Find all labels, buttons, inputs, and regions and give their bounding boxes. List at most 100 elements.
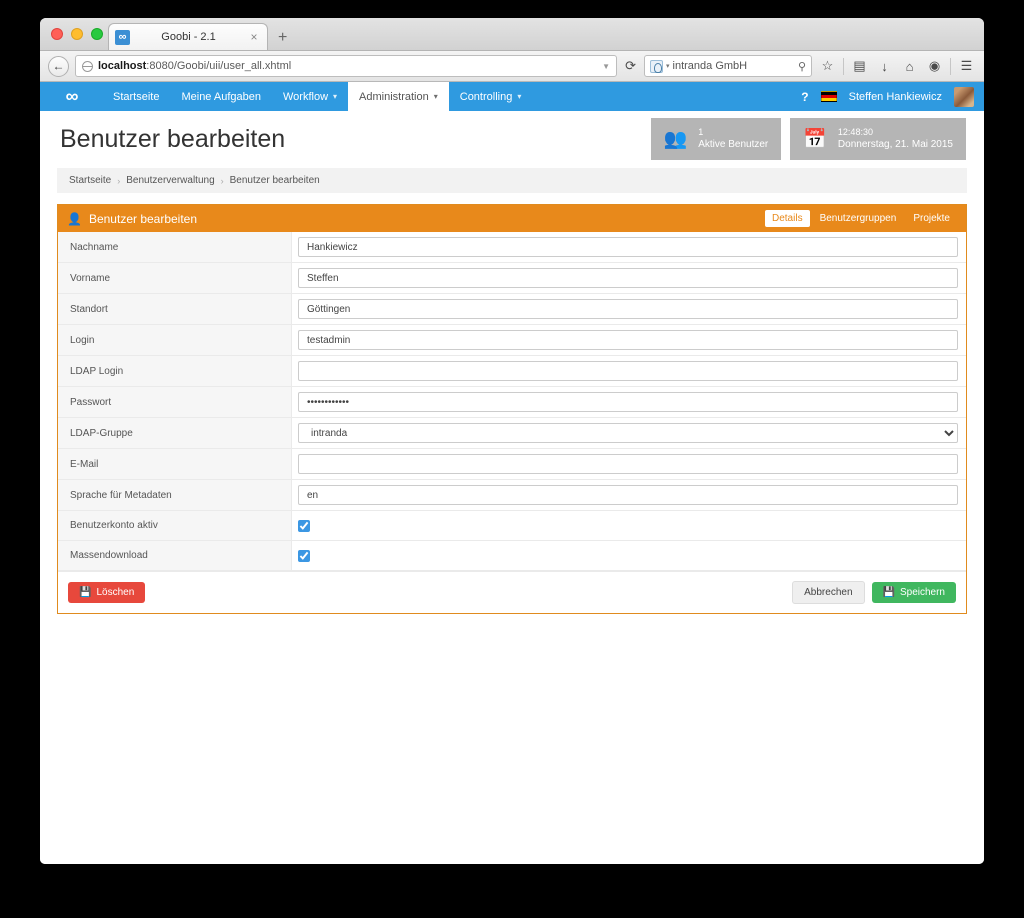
email-input[interactable] <box>298 454 958 474</box>
search-icon[interactable]: ⚲ <box>798 60 806 73</box>
vorname-input[interactable] <box>298 268 958 288</box>
browser-search-box[interactable]: ▾ intranda GmbH ⚲ <box>644 55 812 77</box>
globe-icon <box>82 60 93 72</box>
label-ldap-login: LDAP Login <box>58 356 292 386</box>
breadcrumb: Startseite › Benutzerverwaltung › Benutz… <box>57 168 967 193</box>
nachname-input[interactable] <box>298 237 958 257</box>
home-icon[interactable]: ⌂ <box>900 59 919 74</box>
sprache-input[interactable] <box>298 485 958 505</box>
close-icon[interactable]: × <box>247 30 261 44</box>
active-users-label: Aktive Benutzer <box>698 139 769 151</box>
form-row-benutzerkonto-aktiv: Benutzerkonto aktiv <box>58 511 966 541</box>
label-nachname: Nachname <box>58 232 292 262</box>
reader-icon[interactable]: ▤ <box>850 58 869 74</box>
datetime-widget: 📅 12:48:30 Donnerstag, 21. Mai 2015 <box>790 118 966 160</box>
field-ldap-login <box>292 356 966 386</box>
breadcrumb-separator: › <box>117 175 121 186</box>
page-header: Benutzer bearbeiten 👥 1 Aktive Benutzer … <box>40 111 984 164</box>
nav-item-meine-aufgaben[interactable]: Meine Aufgaben <box>170 82 272 111</box>
toolbar-divider <box>843 57 844 75</box>
app-navbar: ∞ Startseite Meine Aufgaben Workflow ▾ A… <box>40 82 984 111</box>
footer-right-actions: Abbrechen 💾 Speichern <box>792 581 956 604</box>
tab-projekte[interactable]: Projekte <box>906 210 957 227</box>
label-login: Login <box>58 325 292 355</box>
field-sprache <box>292 480 966 510</box>
german-flag-icon[interactable] <box>820 91 837 102</box>
navbar-right: ? Steffen Hankiewicz <box>801 82 984 111</box>
downloads-icon[interactable]: ↓ <box>875 59 894 74</box>
passwort-input[interactable] <box>298 392 958 412</box>
nav-item-administration[interactable]: Administration ▾ <box>348 82 449 111</box>
url-bar[interactable]: localhost:8080/Goobi/uii/user_all.xhtml … <box>75 55 618 77</box>
close-window-button[interactable] <box>51 28 63 40</box>
nav-label: Controlling <box>459 90 513 103</box>
label-standort: Standort <box>58 294 292 324</box>
panel-tabs: Details Benutzergruppen Projekte <box>765 210 957 227</box>
chevron-down-icon[interactable]: ▾ <box>666 62 670 70</box>
cancel-button[interactable]: Abbrechen <box>792 581 865 604</box>
new-tab-button[interactable]: + <box>278 30 287 46</box>
user-name-label[interactable]: Steffen Hankiewicz <box>849 91 942 103</box>
chevron-down-icon: ▾ <box>517 92 522 101</box>
browser-tab[interactable]: ∞ Goobi - 2.1 × <box>108 23 268 50</box>
nav-item-controlling[interactable]: Controlling ▾ <box>449 82 533 111</box>
label-passwort: Passwort <box>58 387 292 417</box>
label-sprache: Sprache für Metadaten <box>58 480 292 510</box>
nav-label: Administration <box>359 90 429 103</box>
edit-user-panel: 👤 Benutzer bearbeiten Details Benutzergr… <box>57 204 967 614</box>
back-icon[interactable]: ← <box>48 55 69 77</box>
field-vorname <box>292 263 966 293</box>
breadcrumb-item-benutzerverwaltung[interactable]: Benutzerverwaltung <box>126 175 214 186</box>
minimize-window-button[interactable] <box>71 28 83 40</box>
search-engine-icon[interactable] <box>650 59 663 73</box>
goobi-infinity-icon: ∞ <box>115 29 130 45</box>
tab-details[interactable]: Details <box>765 210 810 227</box>
menu-icon[interactable]: ☰ <box>957 58 976 74</box>
form-row-login: Login <box>58 325 966 356</box>
nav-item-startseite[interactable]: Startseite <box>102 82 170 111</box>
save-disk-icon: 💾 <box>79 587 92 598</box>
form-row-standort: Standort <box>58 294 966 325</box>
form-row-vorname: Vorname <box>58 263 966 294</box>
goobi-logo-icon[interactable]: ∞ <box>40 82 102 111</box>
benutzerkonto-aktiv-checkbox[interactable] <box>298 519 310 532</box>
chevron-down-icon: ▾ <box>333 92 338 101</box>
field-email <box>292 449 966 479</box>
label-email: E-Mail <box>58 449 292 479</box>
form-row-sprache: Sprache für Metadaten <box>58 480 966 511</box>
form-row-ldap-gruppe: LDAP-Gruppe intranda <box>58 418 966 449</box>
nav-label: Workflow <box>282 90 329 103</box>
chevron-down-icon[interactable]: ▼ <box>602 62 610 71</box>
url-text: localhost:8080/Goobi/uii/user_all.xhtml <box>98 60 291 72</box>
form-row-nachname: Nachname <box>58 232 966 263</box>
active-users-widget: 👥 1 Aktive Benutzer <box>650 118 782 160</box>
panel-title: Benutzer bearbeiten <box>88 211 198 226</box>
browser-window: ∞ Goobi - 2.1 × + ← localhost:8080/Goobi… <box>40 18 984 864</box>
panel-footer: 💾 Löschen Abbrechen 💾 Speichern <box>58 571 966 613</box>
massendownload-checkbox[interactable] <box>298 549 310 562</box>
bookmark-star-icon[interactable]: ☆ <box>818 58 837 74</box>
url-path: :8080/Goobi/uii/user_all.xhtml <box>146 60 292 72</box>
tab-benutzergruppen[interactable]: Benutzergruppen <box>813 210 904 227</box>
breadcrumb-item-startseite[interactable]: Startseite <box>69 175 111 186</box>
delete-button[interactable]: 💾 Löschen <box>68 582 146 603</box>
save-button[interactable]: 💾 Speichern <box>871 582 956 603</box>
reload-icon[interactable]: ⟳ <box>623 58 638 74</box>
help-icon[interactable]: ? <box>801 90 808 104</box>
search-input-value[interactable]: intranda GmbH <box>673 60 795 72</box>
chat-icon[interactable]: ◉ <box>925 58 944 74</box>
nav-item-workflow[interactable]: Workflow ▾ <box>272 82 348 111</box>
panel-header: 👤 Benutzer bearbeiten Details Benutzergr… <box>58 205 966 232</box>
standort-input[interactable] <box>298 299 958 319</box>
ldap-login-input[interactable] <box>298 361 958 381</box>
maximize-window-button[interactable] <box>91 28 103 40</box>
field-nachname <box>292 232 966 262</box>
page-content: ∞ Startseite Meine Aufgaben Workflow ▾ A… <box>40 82 984 864</box>
login-input[interactable] <box>298 330 958 350</box>
chevron-down-icon: ▾ <box>433 92 438 101</box>
ldap-gruppe-select[interactable]: intranda <box>298 423 958 443</box>
current-time: 12:48:30 <box>837 127 873 138</box>
avatar[interactable] <box>954 86 974 107</box>
field-passwort <box>292 387 966 417</box>
breadcrumb-item-current: Benutzer bearbeiten <box>229 175 320 186</box>
